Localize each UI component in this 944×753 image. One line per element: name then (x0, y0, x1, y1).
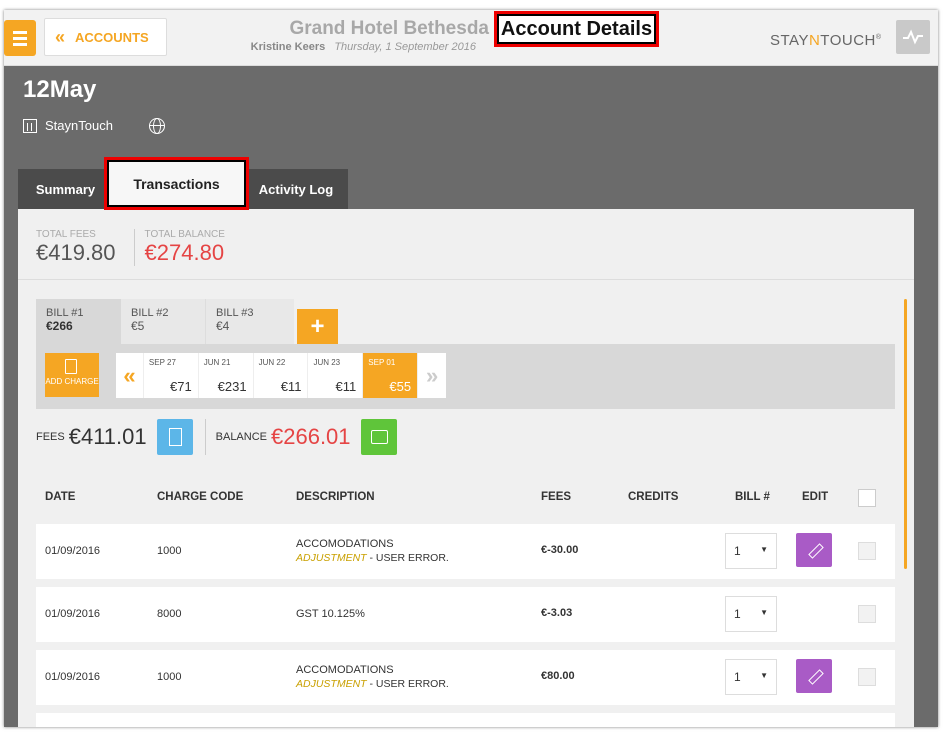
company-info: StaynTouch (23, 118, 113, 133)
date-next-icon[interactable]: » (418, 353, 446, 398)
table-row: 01/09/2016 1000 ACCOMODATIONS ADJUSTMENT… (36, 524, 895, 579)
date-cell[interactable]: SEP 27 €71 (144, 353, 199, 398)
app-window: « ACCOUNTS Grand Hotel Bethesda Kristine… (4, 10, 938, 727)
receipt-icon[interactable] (156, 419, 193, 455)
back-button-label: ACCOUNTS (75, 29, 149, 45)
table-header: DATE CHARGE CODE DESCRIPTION FEES CREDIT… (36, 479, 895, 519)
row-checkbox[interactable] (858, 605, 876, 623)
globe-icon[interactable] (149, 118, 165, 134)
back-to-accounts-button[interactable]: « ACCOUNTS (44, 18, 167, 56)
building-icon (23, 118, 37, 133)
date-cell[interactable]: JUN 21 €231 (199, 353, 254, 398)
caret-down-icon: ▼ (760, 671, 768, 680)
column-credits: CREDITS (628, 491, 679, 503)
bill-select[interactable]: 1 ▼ (725, 659, 777, 695)
bill-tab-2[interactable]: BILL #2 €5 (121, 299, 206, 344)
double-chevron-left-icon: « (55, 26, 66, 47)
user-info: Kristine Keers Thursday, 1 September 201… (194, 41, 476, 53)
total-balance: TOTAL BALANCE €274.80 (133, 229, 243, 266)
row-checkbox[interactable] (858, 542, 876, 560)
total-fees-value: €419.80 (36, 240, 116, 265)
activity-pulse-icon[interactable] (896, 20, 930, 54)
column-edit: EDIT (802, 491, 829, 503)
bill-tab-3[interactable]: BILL #3 €4 (206, 299, 294, 344)
date-navigation-bar: ADD CHARGE « SEP 27 €71 JUN 21 €231 JUN … (36, 344, 895, 409)
wallet-icon[interactable] (360, 419, 397, 455)
user-name: Kristine Keers (250, 41, 326, 53)
edit-icon[interactable] (796, 659, 832, 693)
total-balance-value: €274.80 (144, 240, 225, 265)
bill-balance-value: €266.01 (271, 424, 351, 449)
column-bill: BILL # (735, 491, 770, 503)
select-all-checkbox[interactable] (858, 489, 876, 507)
add-charge-button[interactable]: ADD CHARGE (45, 353, 99, 397)
account-name: 12May (23, 76, 97, 103)
column-description: DESCRIPTION (296, 491, 375, 503)
menu-icon[interactable] (4, 20, 36, 56)
calculator-icon (65, 359, 77, 374)
bill-fees-value: €411.01 (68, 424, 147, 449)
table-row (36, 713, 895, 727)
table-row: 01/09/2016 1000 ACCOMODATIONS ADJUSTMENT… (36, 650, 895, 705)
date-cell[interactable]: JUN 22 €11 (254, 353, 309, 398)
caret-down-icon: ▼ (760, 608, 768, 617)
bill-summary-row: FEES €411.01 BALANCE €266.01 (36, 419, 397, 455)
bill-select[interactable]: 1 ▼ (725, 596, 777, 632)
bill-tab-1[interactable]: BILL #1 €266 (36, 299, 121, 345)
stayntouch-logo: STAYNTOUCH® (770, 32, 882, 49)
date-strip: « SEP 27 €71 JUN 21 €231 JUN 22 €11 JUN … (116, 353, 446, 398)
tab-transactions[interactable]: Transactions (104, 157, 249, 210)
caret-down-icon: ▼ (760, 545, 768, 554)
table-row: 01/09/2016 8000 GST 10.125% €-3.03 1 ▼ (36, 587, 895, 642)
tab-summary[interactable]: Summary (18, 169, 113, 209)
divider (18, 279, 914, 280)
column-fees: FEES (541, 491, 572, 503)
column-date: DATE (45, 491, 76, 503)
scrollbar[interactable] (904, 299, 907, 569)
edit-icon[interactable] (796, 533, 832, 567)
date-cell-selected[interactable]: SEP 01 €55 (363, 353, 419, 398)
column-charge-code: CHARGE CODE (157, 491, 244, 503)
total-fees: TOTAL FEES €419.80 (36, 229, 116, 265)
row-checkbox[interactable] (858, 668, 876, 686)
company-name: StaynTouch (45, 118, 113, 133)
bill-select[interactable]: 1 ▼ (725, 533, 777, 569)
current-date: Thursday, 1 September 2016 (334, 41, 476, 53)
tab-activity-log[interactable]: Activity Log (244, 169, 348, 209)
date-prev-icon[interactable]: « (116, 353, 144, 398)
divider (204, 419, 206, 455)
hotel-name: Grand Hotel Bethesda (289, 18, 489, 39)
transactions-panel: TOTAL FEES €419.80 TOTAL BALANCE €274.80… (18, 209, 914, 727)
add-bill-button[interactable]: + (297, 309, 338, 345)
top-bar: « ACCOUNTS Grand Hotel Bethesda Kristine… (4, 10, 938, 66)
totals-summary: TOTAL FEES €419.80 TOTAL BALANCE €274.80 (36, 229, 243, 266)
page-title: Account Details (494, 11, 659, 47)
date-cell[interactable]: JUN 23 €11 (308, 353, 364, 398)
